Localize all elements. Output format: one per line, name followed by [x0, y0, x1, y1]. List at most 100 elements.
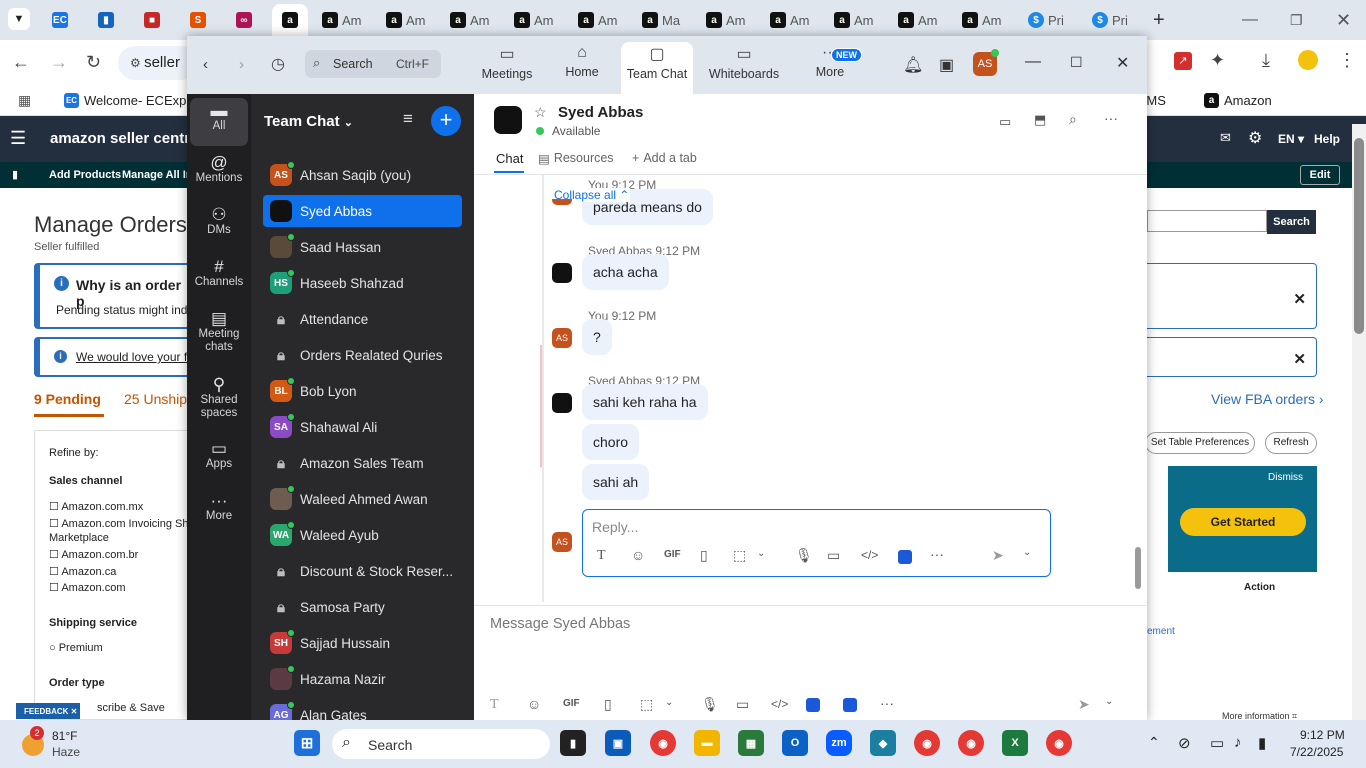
bookmark-item[interactable]: a Amazon: [1204, 93, 1272, 108]
feedback-tab[interactable]: FEEDBACK ✕: [16, 703, 80, 719]
back-icon[interactable]: ←: [12, 52, 30, 73]
close-icon[interactable]: ✕: [1336, 8, 1351, 32]
profile-avatar[interactable]: [1298, 50, 1318, 70]
minimize-icon[interactable]: —: [1025, 53, 1041, 71]
browser-tab[interactable]: a Am: [898, 8, 938, 32]
close-icon[interactable]: ✕: [1293, 290, 1306, 308]
channel-checkbox[interactable]: ☐ Amazon.com: [49, 581, 126, 594]
minimize-icon[interactable]: —: [1242, 8, 1258, 32]
view-fba-link[interactable]: View FBA orders ›: [1211, 391, 1324, 407]
premium-radio[interactable]: ○ Premium: [49, 642, 103, 654]
contact-item[interactable]: 🔒︎ Samosa Party: [263, 591, 462, 623]
tab-pending[interactable]: 9 Pending: [34, 391, 101, 407]
format-text-icon[interactable]: T: [597, 548, 606, 564]
browser-tab[interactable]: a Am: [578, 8, 618, 32]
refresh-button[interactable]: Refresh: [1265, 432, 1317, 454]
network-icon[interactable]: ⊘: [1178, 734, 1191, 752]
help-link[interactable]: Help: [1314, 132, 1340, 146]
file-icon[interactable]: ▯: [604, 696, 612, 713]
contact-item[interactable]: Saad Hassan: [263, 231, 462, 263]
channel-checkbox[interactable]: ☐ Amazon.com Invoicing Sha: [49, 517, 195, 530]
pdf-extension-icon[interactable]: ↗: [1174, 52, 1192, 70]
message-bubble[interactable]: acha acha: [582, 254, 669, 290]
search-button[interactable]: Search: [1267, 210, 1316, 234]
send-icon[interactable]: ➤: [1078, 696, 1090, 713]
nav-whiteboards[interactable]: ▭ Whiteboards: [707, 44, 781, 81]
code-icon[interactable]: </>: [771, 697, 788, 711]
back-chevron-icon[interactable]: ‹: [203, 56, 208, 73]
clock-date[interactable]: 7/22/2025: [1290, 745, 1343, 759]
tab-unshipped[interactable]: 25 Unship: [124, 391, 187, 407]
more-dots-icon[interactable]: ···: [1104, 110, 1118, 126]
contact-item[interactable]: 🔒︎ Attendance: [263, 303, 462, 335]
order-search-input[interactable]: [1147, 210, 1267, 232]
message-bubble[interactable]: ?: [582, 319, 612, 355]
rail-mentions[interactable]: @ Mentions: [190, 154, 248, 185]
rail-meeting-chats[interactable]: ▤ Meeting chats: [190, 310, 248, 354]
extensions-icon[interactable]: ✦: [1210, 50, 1225, 71]
forward-icon[interactable]: →: [50, 52, 68, 73]
chrome-icon[interactable]: ◉: [1046, 730, 1072, 756]
nav-team-chat[interactable]: ▢ Team Chat: [621, 42, 693, 94]
contact-item[interactable]: SH Sajjad Hussain: [263, 627, 462, 659]
more-dots-icon[interactable]: ···: [930, 546, 944, 562]
nav-meetings[interactable]: ▭ Meetings: [470, 44, 544, 81]
file-icon[interactable]: ▯: [700, 547, 708, 564]
gif-icon[interactable]: GIF: [664, 549, 681, 560]
rail-dms[interactable]: ⚇ DMs: [190, 206, 248, 237]
nav-add-products[interactable]: Add Products: [49, 169, 121, 181]
browser-tab[interactable]: a Am: [706, 8, 746, 32]
scrollbar-thumb[interactable]: [1354, 138, 1364, 334]
message-bubble[interactable]: sahi keh raha ha: [582, 384, 708, 420]
volume-icon[interactable]: ♪: [1234, 734, 1242, 751]
microphone-icon[interactable]: 🎙︎: [701, 696, 719, 713]
display-icon[interactable]: ▭: [1210, 734, 1224, 752]
emoji-icon[interactable]: ☺: [527, 696, 541, 712]
rail-apps[interactable]: ▭ Apps: [190, 440, 248, 471]
zoom-app-icon[interactable]: [843, 698, 857, 712]
channel-checkbox[interactable]: ☐ Amazon.com.br: [49, 548, 138, 561]
get-started-button[interactable]: Get Started: [1180, 508, 1306, 536]
send-icon[interactable]: ➤: [992, 547, 1004, 564]
compose-input[interactable]: Message Syed Abbas: [490, 616, 630, 632]
contact-item[interactable]: BL Bob Lyon: [263, 375, 462, 407]
nav-home[interactable]: ⌂ Home: [545, 44, 619, 79]
screenshot-icon[interactable]: ⬚: [733, 547, 746, 564]
reply-box[interactable]: Reply... T ☺ GIF ▯ ⬚ ⌄ 🎙︎ ▭ </> ··· ➤ ⌄: [582, 509, 1051, 577]
contact-item[interactable]: Hazama Nazir: [263, 663, 462, 695]
new-chat-plus-icon[interactable]: +: [431, 106, 461, 136]
browser-tab[interactable]: $ Pri: [1028, 8, 1064, 32]
zoom-icon[interactable]: zm: [826, 730, 852, 756]
close-icon[interactable]: ✕: [1293, 350, 1306, 368]
chevron-down-icon[interactable]: ⌄: [1105, 696, 1113, 707]
chrome-icon[interactable]: ◉: [914, 730, 940, 756]
contact-item[interactable]: 🔒︎ Amazon Sales Team: [263, 447, 462, 479]
zoom-app-icon[interactable]: [806, 698, 820, 712]
channel-checkbox[interactable]: ☐ Amazon.ca: [49, 565, 116, 578]
sender-avatar[interactable]: AS: [552, 328, 572, 348]
scrollbar-thumb[interactable]: [1135, 547, 1141, 589]
browser-tab[interactable]: a Am: [962, 8, 1002, 32]
download-icon[interactable]: ⤓: [1262, 50, 1270, 71]
mail-icon[interactable]: ✉: [1220, 130, 1231, 146]
store-icon[interactable]: ▣: [605, 730, 631, 756]
contact-avatar[interactable]: [494, 106, 522, 134]
page-scrollbar[interactable]: [1352, 124, 1366, 720]
format-text-icon[interactable]: T: [490, 697, 499, 713]
tab-add[interactable]: + Add a tab: [632, 151, 697, 165]
video-message-icon[interactable]: ▭: [827, 547, 840, 564]
emoji-icon[interactable]: ☺: [631, 547, 645, 563]
gif-icon[interactable]: GIF: [563, 698, 580, 709]
excel-icon[interactable]: X: [1002, 730, 1028, 756]
browser-tab[interactable]: a Am: [514, 8, 554, 32]
browser-tab[interactable]: a Ma: [642, 8, 680, 32]
contact-item[interactable]: 🔒︎ Orders Realated Quries: [263, 339, 462, 371]
settings-gear-icon[interactable]: ⚙: [1248, 128, 1262, 148]
zoom-app-icon[interactable]: [898, 550, 912, 564]
taskbar-search[interactable]: ⌕ Search: [332, 729, 550, 759]
browser-tab[interactable]: a Am: [834, 8, 874, 32]
filter-icon[interactable]: ≡: [403, 109, 413, 129]
sender-avatar[interactable]: [552, 393, 572, 413]
chevron-down-icon[interactable]: ⌄: [757, 548, 765, 559]
maximize-icon[interactable]: ☐: [1070, 54, 1083, 71]
